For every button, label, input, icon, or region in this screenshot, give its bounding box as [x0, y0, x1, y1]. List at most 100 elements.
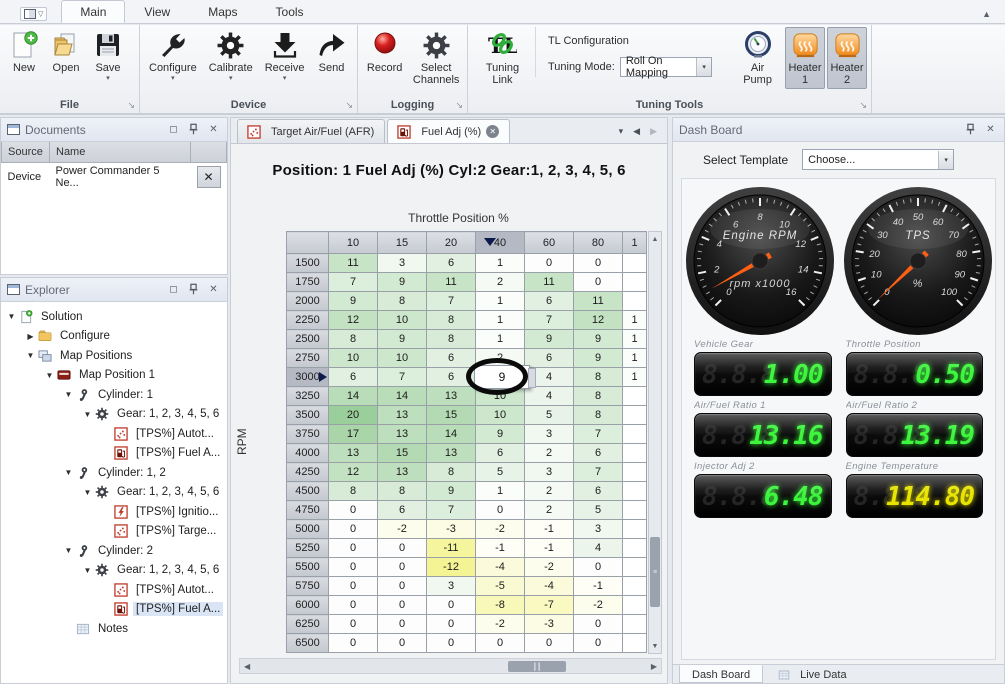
grid-cell-1750-60[interactable]: 11: [525, 273, 574, 292]
grid-cell-1500-40[interactable]: 1: [476, 254, 525, 273]
grid-cell-2000-1[interactable]: [623, 292, 647, 311]
pin-panel-icon[interactable]: [186, 283, 201, 297]
grid-cell-5750-40[interactable]: -5: [476, 577, 525, 596]
grid-cell-6500-15[interactable]: 0: [378, 634, 427, 653]
grid-cell-5000-1[interactable]: [623, 520, 647, 539]
grid-cell-4500-10[interactable]: 8: [329, 482, 378, 501]
grid-cell-3750-40[interactable]: 9: [476, 425, 525, 444]
grid-cell-6250-60[interactable]: -3: [525, 615, 574, 634]
grid-cell-4500-40[interactable]: 1: [476, 482, 525, 501]
grid-cell-3500-80[interactable]: 8: [574, 406, 623, 425]
documents-column-source[interactable]: Source: [2, 142, 50, 162]
grid-cell-5750-15[interactable]: 0: [378, 577, 427, 596]
grid-cell-4250-1[interactable]: [623, 463, 647, 482]
tree-item-notes[interactable]: Notes: [1, 619, 227, 639]
grid-cell-1500-20[interactable]: 6: [427, 254, 476, 273]
ribbon-tab-tools[interactable]: Tools: [257, 0, 323, 23]
grid-cell-4750-15[interactable]: 6: [378, 501, 427, 520]
grid-cell-3500-15[interactable]: 13: [378, 406, 427, 425]
grid-cell-4500-20[interactable]: 9: [427, 482, 476, 501]
grid-cell-4750-80[interactable]: 5: [574, 501, 623, 520]
horizontal-scrollbar[interactable]: ◀ ▶ ┃┃: [239, 658, 662, 674]
grid-cell-1750-15[interactable]: 9: [378, 273, 427, 292]
grid-cell-1750-40[interactable]: 2: [476, 273, 525, 292]
configure-dropdown-icon[interactable]: ▾: [171, 75, 175, 82]
column-header-15[interactable]: 15: [378, 232, 427, 254]
row-header-3000[interactable]: 3000: [287, 368, 329, 387]
vertical-scrollbar[interactable]: ▲ ▼ ≡: [648, 231, 662, 654]
device-group-launcher-icon[interactable]: ↘: [345, 100, 353, 111]
row-header-6500[interactable]: 6500: [287, 634, 329, 653]
documents-row[interactable]: Device Power Commander 5 Ne... ✕: [2, 162, 227, 191]
chevron-down-icon[interactable]: ▾: [938, 151, 953, 169]
collapse-node-icon[interactable]: ▼: [62, 546, 75, 555]
grid-cell-4000-80[interactable]: 6: [574, 444, 623, 463]
air-pump-button[interactable]: Air Pump: [732, 27, 783, 89]
tree-item-tps-autot[interactable]: [TPS%] Autot...: [1, 580, 227, 600]
open-button[interactable]: Open: [46, 27, 86, 77]
grid-cell-3000-10[interactable]: 6: [329, 368, 378, 387]
grid-cell-5750-1[interactable]: [623, 577, 647, 596]
row-header-5000[interactable]: 5000: [287, 520, 329, 539]
grid-cell-3000-80[interactable]: 8: [574, 368, 623, 387]
grid-cell-1750-20[interactable]: 11: [427, 273, 476, 292]
grid-cell-5500-15[interactable]: 0: [378, 558, 427, 577]
horizontal-scrollbar-thumb[interactable]: ┃┃: [508, 661, 566, 672]
grid-cell-3750-1[interactable]: [623, 425, 647, 444]
scroll-tabs-right-icon[interactable]: ▶: [650, 126, 657, 137]
row-header-5500[interactable]: 5500: [287, 558, 329, 577]
grid-cell-2750-10[interactable]: 10: [329, 349, 378, 368]
column-header-40[interactable]: 40: [476, 232, 525, 254]
grid-cell-1500-60[interactable]: 0: [525, 254, 574, 273]
grid-cell-6500-1[interactable]: [623, 634, 647, 653]
grid-cell-2000-40[interactable]: 1: [476, 292, 525, 311]
grid-cell-4250-20[interactable]: 8: [427, 463, 476, 482]
row-header-2000[interactable]: 2000: [287, 292, 329, 311]
grid-cell-2000-10[interactable]: 9: [329, 292, 378, 311]
grid-cell-4250-60[interactable]: 3: [525, 463, 574, 482]
grid-cell-5250-1[interactable]: [623, 539, 647, 558]
tree-item-cylinder-1[interactable]: ▼Cylinder: 1: [1, 385, 227, 405]
grid-cell-3000-1[interactable]: 1: [623, 368, 647, 387]
configure-button[interactable]: Configure ▾: [144, 27, 202, 85]
tab-target-air-fuel[interactable]: Target Air/Fuel (AFR): [237, 119, 385, 143]
grid-cell-3250-15[interactable]: 14: [378, 387, 427, 406]
grid-cell-5000-60[interactable]: -1: [525, 520, 574, 539]
grid-cell-2750-1[interactable]: 1: [623, 349, 647, 368]
grid-cell-4000-20[interactable]: 13: [427, 444, 476, 463]
grid-cell-4000-60[interactable]: 2: [525, 444, 574, 463]
row-header-4250[interactable]: 4250: [287, 463, 329, 482]
close-panel-icon[interactable]: ✕: [206, 123, 221, 137]
grid-cell-6500-10[interactable]: 0: [329, 634, 378, 653]
grid-cell-6500-80[interactable]: 0: [574, 634, 623, 653]
row-header-2500[interactable]: 2500: [287, 330, 329, 349]
grid-cell-3250-20[interactable]: 13: [427, 387, 476, 406]
grid-cell-3250-10[interactable]: 14: [329, 387, 378, 406]
row-header-5750[interactable]: 5750: [287, 577, 329, 596]
row-header-1500[interactable]: 1500: [287, 254, 329, 273]
grid-cell-2250-40[interactable]: 1: [476, 311, 525, 330]
pin-panel-icon[interactable]: [963, 123, 978, 137]
grid-cell-2500-60[interactable]: 9: [525, 330, 574, 349]
tree-item-tps-fuel-a[interactable]: [TPS%] Fuel A...: [1, 444, 227, 464]
grid-cell-4500-80[interactable]: 6: [574, 482, 623, 501]
grid-cell-2250-60[interactable]: 7: [525, 311, 574, 330]
collapse-node-icon[interactable]: ▼: [43, 371, 56, 380]
grid-cell-4750-1[interactable]: [623, 501, 647, 520]
grid-cell-2500-10[interactable]: 8: [329, 330, 378, 349]
grid-cell-3750-60[interactable]: 3: [525, 425, 574, 444]
grid-cell-5250-40[interactable]: -1: [476, 539, 525, 558]
scroll-left-icon[interactable]: ◀: [244, 662, 250, 671]
collapse-node-icon[interactable]: ▼: [62, 468, 75, 477]
grid-cell-2250-1[interactable]: 1: [623, 311, 647, 330]
heater-2-button[interactable]: Heater 2: [827, 27, 867, 89]
record-button[interactable]: Record: [362, 27, 407, 77]
close-tab-icon[interactable]: ✕: [486, 125, 499, 138]
grid-cell-6250-80[interactable]: 0: [574, 615, 623, 634]
grid-cell-4250-40[interactable]: 5: [476, 463, 525, 482]
tree-item-map-position-1[interactable]: ▼Map Position 1: [1, 366, 227, 386]
grid-cell-5250-60[interactable]: -1: [525, 539, 574, 558]
grid-cell-4000-10[interactable]: 13: [329, 444, 378, 463]
maximize-panel-icon[interactable]: ◻: [166, 123, 181, 137]
grid-cell-1500-80[interactable]: 0: [574, 254, 623, 273]
